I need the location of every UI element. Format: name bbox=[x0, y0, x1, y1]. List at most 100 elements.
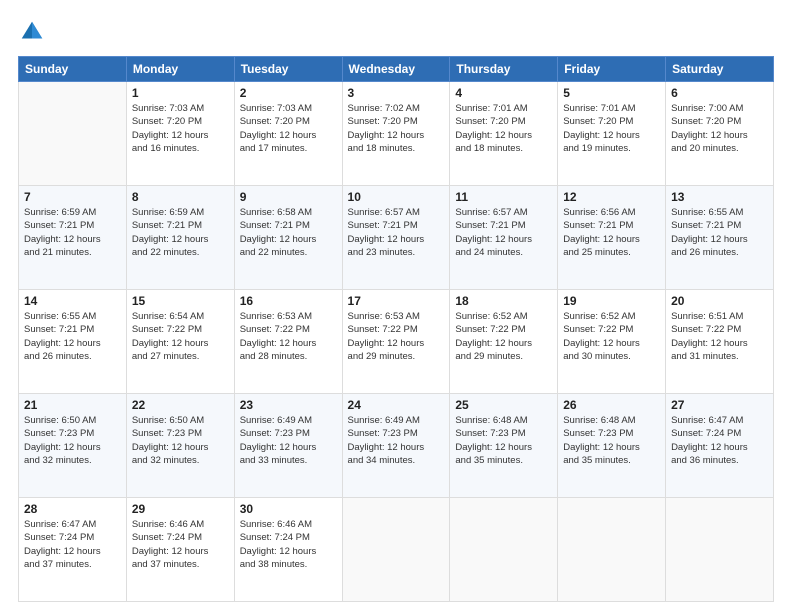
day-info: Sunrise: 6:53 AM Sunset: 7:22 PM Dayligh… bbox=[240, 310, 337, 363]
weekday-header-friday: Friday bbox=[558, 57, 666, 82]
calendar-cell: 29Sunrise: 6:46 AM Sunset: 7:24 PM Dayli… bbox=[126, 498, 234, 602]
calendar-cell bbox=[19, 82, 127, 186]
day-number: 16 bbox=[240, 294, 337, 308]
page: SundayMondayTuesdayWednesdayThursdayFrid… bbox=[0, 0, 792, 612]
calendar-cell: 13Sunrise: 6:55 AM Sunset: 7:21 PM Dayli… bbox=[666, 186, 774, 290]
day-info: Sunrise: 6:57 AM Sunset: 7:21 PM Dayligh… bbox=[348, 206, 445, 259]
calendar-cell: 17Sunrise: 6:53 AM Sunset: 7:22 PM Dayli… bbox=[342, 290, 450, 394]
day-info: Sunrise: 6:55 AM Sunset: 7:21 PM Dayligh… bbox=[24, 310, 121, 363]
day-number: 23 bbox=[240, 398, 337, 412]
day-number: 2 bbox=[240, 86, 337, 100]
day-info: Sunrise: 6:47 AM Sunset: 7:24 PM Dayligh… bbox=[671, 414, 768, 467]
calendar-cell: 4 Sunrise: 7:01 AM Sunset: 7:20 PM Daylig… bbox=[450, 82, 558, 186]
day-number: 10 bbox=[348, 190, 445, 204]
day-number: 3 bbox=[348, 86, 445, 100]
calendar-table: SundayMondayTuesdayWednesdayThursdayFrid… bbox=[18, 56, 774, 602]
day-number: 13 bbox=[671, 190, 768, 204]
day-info: Sunrise: 6:52 AM Sunset: 7:22 PM Dayligh… bbox=[563, 310, 660, 363]
day-number: 4 bbox=[455, 86, 552, 100]
day-info: Sunrise: 6:46 AM Sunset: 7:24 PM Dayligh… bbox=[240, 518, 337, 571]
day-info: Sunrise: 6:58 AM Sunset: 7:21 PM Dayligh… bbox=[240, 206, 337, 259]
day-info: Sunrise: 7:00 AM Sunset: 7:20 PM Dayligh… bbox=[671, 102, 768, 155]
weekday-header-monday: Monday bbox=[126, 57, 234, 82]
calendar-cell: 30Sunrise: 6:46 AM Sunset: 7:24 PM Dayli… bbox=[234, 498, 342, 602]
day-number: 21 bbox=[24, 398, 121, 412]
calendar-cell: 22 Sunrise: 6:50 AM Sunset: 7:23 PM Dayli… bbox=[126, 394, 234, 498]
day-info: Sunrise: 6:51 AM Sunset: 7:22 PM Dayligh… bbox=[671, 310, 768, 363]
calendar-cell: 6 Sunrise: 7:00 AM Sunset: 7:20 PM Daylig… bbox=[666, 82, 774, 186]
day-number: 7 bbox=[24, 190, 121, 204]
calendar-row-3: 21 Sunrise: 6:50 AM Sunset: 7:23 PM Dayli… bbox=[19, 394, 774, 498]
day-number: 11 bbox=[455, 190, 552, 204]
calendar-cell: 26 Sunrise: 6:48 AM Sunset: 7:23 PM Dayli… bbox=[558, 394, 666, 498]
day-info: Sunrise: 6:48 AM Sunset: 7:23 PM Dayligh… bbox=[455, 414, 552, 467]
logo bbox=[18, 18, 50, 46]
day-info: Sunrise: 6:57 AM Sunset: 7:21 PM Dayligh… bbox=[455, 206, 552, 259]
day-number: 17 bbox=[348, 294, 445, 308]
day-number: 18 bbox=[455, 294, 552, 308]
day-info: Sunrise: 7:03 AM Sunset: 7:20 PM Dayligh… bbox=[240, 102, 337, 155]
calendar-cell: 12 Sunrise: 6:56 AM Sunset: 7:21 PM Dayli… bbox=[558, 186, 666, 290]
header-row: SundayMondayTuesdayWednesdayThursdayFrid… bbox=[19, 57, 774, 82]
calendar-cell: 25 Sunrise: 6:48 AM Sunset: 7:23 PM Dayli… bbox=[450, 394, 558, 498]
day-number: 14 bbox=[24, 294, 121, 308]
calendar-cell: 7 Sunrise: 6:59 AM Sunset: 7:21 PM Daylig… bbox=[19, 186, 127, 290]
calendar-cell: 9 Sunrise: 6:58 AM Sunset: 7:21 PM Daylig… bbox=[234, 186, 342, 290]
calendar-cell: 1Sunrise: 7:03 AM Sunset: 7:20 PM Daylig… bbox=[126, 82, 234, 186]
day-info: Sunrise: 7:01 AM Sunset: 7:20 PM Dayligh… bbox=[563, 102, 660, 155]
day-info: Sunrise: 6:52 AM Sunset: 7:22 PM Dayligh… bbox=[455, 310, 552, 363]
day-number: 8 bbox=[132, 190, 229, 204]
weekday-header-thursday: Thursday bbox=[450, 57, 558, 82]
day-info: Sunrise: 6:50 AM Sunset: 7:23 PM Dayligh… bbox=[24, 414, 121, 467]
calendar-cell bbox=[342, 498, 450, 602]
day-info: Sunrise: 6:59 AM Sunset: 7:21 PM Dayligh… bbox=[132, 206, 229, 259]
day-info: Sunrise: 6:50 AM Sunset: 7:23 PM Dayligh… bbox=[132, 414, 229, 467]
calendar-cell: 27 Sunrise: 6:47 AM Sunset: 7:24 PM Dayli… bbox=[666, 394, 774, 498]
day-info: Sunrise: 7:03 AM Sunset: 7:20 PM Dayligh… bbox=[132, 102, 229, 155]
day-info: Sunrise: 6:56 AM Sunset: 7:21 PM Dayligh… bbox=[563, 206, 660, 259]
day-number: 15 bbox=[132, 294, 229, 308]
calendar-row-2: 14 Sunrise: 6:55 AM Sunset: 7:21 PM Dayli… bbox=[19, 290, 774, 394]
calendar-row-1: 7 Sunrise: 6:59 AM Sunset: 7:21 PM Daylig… bbox=[19, 186, 774, 290]
day-info: Sunrise: 6:59 AM Sunset: 7:21 PM Dayligh… bbox=[24, 206, 121, 259]
weekday-header-tuesday: Tuesday bbox=[234, 57, 342, 82]
day-info: Sunrise: 6:48 AM Sunset: 7:23 PM Dayligh… bbox=[563, 414, 660, 467]
calendar-cell: 2 Sunrise: 7:03 AM Sunset: 7:20 PM Daylig… bbox=[234, 82, 342, 186]
calendar-cell bbox=[666, 498, 774, 602]
calendar-cell bbox=[450, 498, 558, 602]
calendar-cell: 15 Sunrise: 6:54 AM Sunset: 7:22 PM Dayli… bbox=[126, 290, 234, 394]
day-number: 22 bbox=[132, 398, 229, 412]
day-info: Sunrise: 7:01 AM Sunset: 7:20 PM Dayligh… bbox=[455, 102, 552, 155]
calendar-cell: 19 Sunrise: 6:52 AM Sunset: 7:22 PM Dayli… bbox=[558, 290, 666, 394]
day-number: 9 bbox=[240, 190, 337, 204]
calendar-cell: 14 Sunrise: 6:55 AM Sunset: 7:21 PM Dayli… bbox=[19, 290, 127, 394]
day-number: 19 bbox=[563, 294, 660, 308]
calendar-row-4: 28Sunrise: 6:47 AM Sunset: 7:24 PM Dayli… bbox=[19, 498, 774, 602]
day-number: 24 bbox=[348, 398, 445, 412]
day-number: 12 bbox=[563, 190, 660, 204]
calendar-cell: 3Sunrise: 7:02 AM Sunset: 7:20 PM Daylig… bbox=[342, 82, 450, 186]
calendar-cell: 28Sunrise: 6:47 AM Sunset: 7:24 PM Dayli… bbox=[19, 498, 127, 602]
day-number: 20 bbox=[671, 294, 768, 308]
weekday-header-saturday: Saturday bbox=[666, 57, 774, 82]
calendar-cell: 10 Sunrise: 6:57 AM Sunset: 7:21 PM Dayli… bbox=[342, 186, 450, 290]
calendar-cell: 24 Sunrise: 6:49 AM Sunset: 7:23 PM Dayli… bbox=[342, 394, 450, 498]
day-info: Sunrise: 6:46 AM Sunset: 7:24 PM Dayligh… bbox=[132, 518, 229, 571]
weekday-header-wednesday: Wednesday bbox=[342, 57, 450, 82]
day-number: 6 bbox=[671, 86, 768, 100]
calendar-row-0: 1Sunrise: 7:03 AM Sunset: 7:20 PM Daylig… bbox=[19, 82, 774, 186]
calendar-cell: 23 Sunrise: 6:49 AM Sunset: 7:23 PM Dayli… bbox=[234, 394, 342, 498]
calendar-cell: 21 Sunrise: 6:50 AM Sunset: 7:23 PM Dayli… bbox=[19, 394, 127, 498]
day-number: 26 bbox=[563, 398, 660, 412]
day-number: 25 bbox=[455, 398, 552, 412]
day-info: Sunrise: 6:54 AM Sunset: 7:22 PM Dayligh… bbox=[132, 310, 229, 363]
calendar-cell: 18 Sunrise: 6:52 AM Sunset: 7:22 PM Dayli… bbox=[450, 290, 558, 394]
day-info: Sunrise: 6:49 AM Sunset: 7:23 PM Dayligh… bbox=[348, 414, 445, 467]
day-info: Sunrise: 6:49 AM Sunset: 7:23 PM Dayligh… bbox=[240, 414, 337, 467]
day-number: 27 bbox=[671, 398, 768, 412]
weekday-header-sunday: Sunday bbox=[19, 57, 127, 82]
calendar-cell: 8 Sunrise: 6:59 AM Sunset: 7:21 PM Daylig… bbox=[126, 186, 234, 290]
calendar-cell: 16 Sunrise: 6:53 AM Sunset: 7:22 PM Dayli… bbox=[234, 290, 342, 394]
day-number: 28 bbox=[24, 502, 121, 516]
header bbox=[18, 18, 774, 46]
